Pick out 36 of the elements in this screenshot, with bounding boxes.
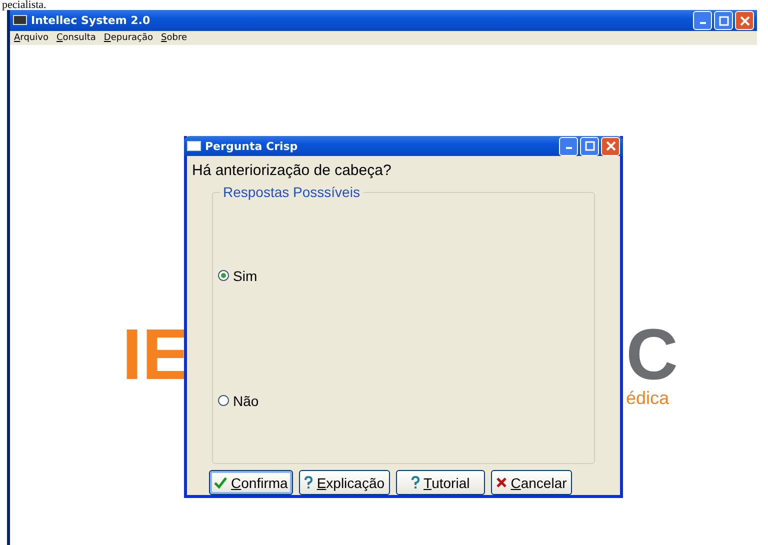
menu-item[interactable]: Consulta xyxy=(56,33,96,43)
window-icon xyxy=(187,141,201,151)
maximize-icon xyxy=(584,141,594,151)
close-button[interactable] xyxy=(601,136,620,156)
minimize-button[interactable] xyxy=(693,11,712,30)
close-icon xyxy=(606,141,616,151)
close-button[interactable] xyxy=(735,11,754,30)
radio-option[interactable]: Não xyxy=(218,392,589,408)
maximize-icon xyxy=(718,16,728,26)
radio-option[interactable]: Sim xyxy=(218,268,589,284)
menu-item[interactable]: Sobre xyxy=(161,33,187,43)
dialog-button[interactable]: Confirma xyxy=(209,470,293,495)
close-icon xyxy=(740,16,750,26)
dialog-button[interactable]: Tutorial xyxy=(396,470,485,495)
menu-item[interactable]: Arquivo xyxy=(14,33,48,43)
monitor-icon xyxy=(13,15,27,26)
question-mark-icon xyxy=(304,476,313,489)
dialog-button[interactable]: Explicação xyxy=(298,470,390,495)
window-title: Intellec System 2.0 xyxy=(31,14,150,27)
logo-text: C xyxy=(626,325,678,385)
document-text: pecialista. xyxy=(1,0,48,10)
logo-subtitle: édica xyxy=(626,388,670,409)
question-mark-icon xyxy=(410,476,420,489)
menu-item[interactable]: Depuração xyxy=(104,33,153,43)
cross-icon xyxy=(496,477,507,488)
dialog-button[interactable]: Cancelar xyxy=(490,470,572,495)
dialog-title: Pergunta Crisp xyxy=(205,140,298,152)
logo-text: IE xyxy=(122,325,190,385)
maximize-button[interactable] xyxy=(714,11,733,30)
group-title: Respostas Posssíveis xyxy=(220,184,363,200)
maximize-button[interactable] xyxy=(580,136,599,156)
check-icon xyxy=(214,476,227,488)
radio-button[interactable] xyxy=(218,270,229,281)
radio-button[interactable] xyxy=(218,395,229,406)
question-text: Há anteriorização de cabeça? xyxy=(192,162,392,181)
minimize-button[interactable] xyxy=(559,136,578,156)
